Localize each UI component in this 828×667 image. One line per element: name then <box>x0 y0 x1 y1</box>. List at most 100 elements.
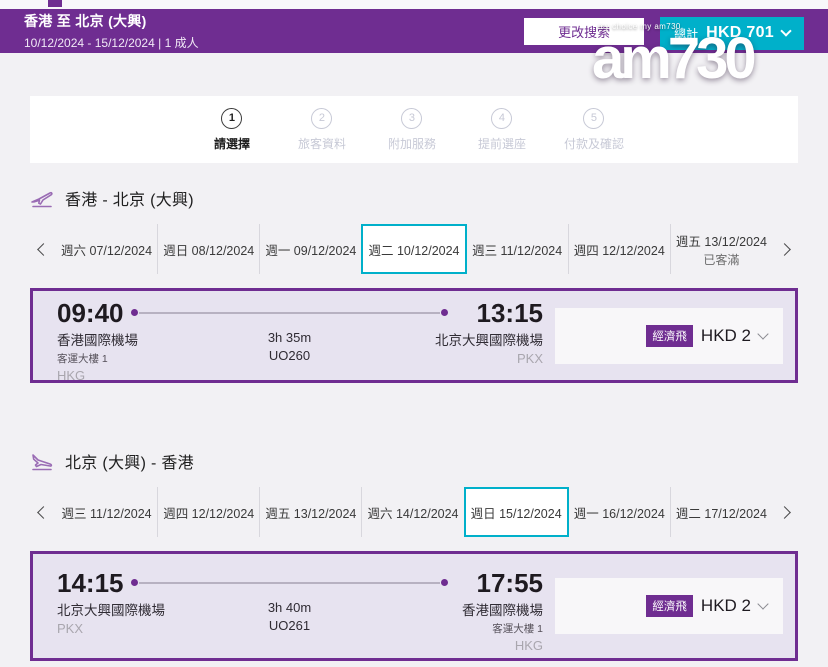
arrival-code: PKX <box>516 350 543 366</box>
outbound-date-tab[interactable]: 週四 12/12/2024 <box>567 224 670 274</box>
trip-dates-pax: 10/12/2024 - 15/12/2024 | 1 成人 <box>24 36 199 50</box>
outbound-flight-leg: 09:40 香港國際機場 客運大樓 1 HKG 3h 35m UO260 13:… <box>57 298 543 383</box>
inbound-prev-dates-button[interactable] <box>30 487 56 537</box>
route-line <box>139 582 440 584</box>
chevron-right-icon <box>778 242 792 256</box>
arrival-airport: 香港國際機場 <box>462 603 543 618</box>
outbound-route-title: 香港 - 北京 (大興) <box>65 192 194 209</box>
outbound-date-tab[interactable]: 週三 11/12/2024 <box>467 224 568 274</box>
inbound-date-strip: 週三 11/12/2024 週四 12/12/2024 週五 13/12/202… <box>30 487 798 537</box>
inbound-date-tab[interactable]: 週三 11/12/2024 <box>56 487 157 537</box>
date-label: 週二 17/12/2024 <box>675 506 767 521</box>
date-label: 週六 07/12/2024 <box>61 243 153 258</box>
step-label: 付款及確認 <box>563 136 624 151</box>
inbound-flight-card[interactable]: 14:15 北京大興國際機場 PKX 3h 40m UO261 17:55 香港… <box>30 551 798 661</box>
arrival-info: 17:55 香港國際機場 客運大樓 1 HKG <box>462 568 543 653</box>
route-line-graphic <box>131 568 448 598</box>
date-label: 週六 14/12/2024 <box>367 506 459 521</box>
date-label: 週日 08/12/2024 <box>163 243 255 258</box>
chevron-left-icon <box>36 242 50 256</box>
arrival-time: 13:15 <box>476 297 544 328</box>
arrival-info: 13:15 北京大興國際機場 PKX <box>435 298 543 366</box>
arrival-time: 17:55 <box>476 568 544 598</box>
flight-number: UO261 <box>268 618 311 633</box>
step-select-flight: 1 請選擇 <box>204 107 260 152</box>
outbound-date-tab-soldout[interactable]: 週五 13/12/2024 已客滿 <box>669 224 772 274</box>
outbound-date-tab[interactable]: 週六 07/12/2024 <box>56 224 157 274</box>
step-number: 5 <box>583 107 605 129</box>
plane-takeoff-icon <box>31 191 53 208</box>
date-label: 週四 12/12/2024 <box>163 506 255 521</box>
arrival-code: HKG <box>514 638 543 653</box>
outbound-prev-dates-button[interactable] <box>30 224 56 274</box>
trip-summary: 香港 至 北京 (大興) 10/12/2024 - 15/12/2024 | 1… <box>24 11 199 51</box>
total-label: 總計 <box>674 26 699 41</box>
fare-price: HKD 2 <box>700 325 751 345</box>
step-number: 4 <box>491 107 513 129</box>
outbound-date-tab-selected[interactable]: 週二 10/12/2024 <box>361 224 467 274</box>
inbound-date-tab[interactable]: 週一 16/12/2024 <box>569 487 670 537</box>
step-payment: 5 付款及確認 <box>563 107 624 152</box>
flight-route-info: 3h 35m UO260 <box>131 298 448 363</box>
chevron-left-icon <box>36 505 50 519</box>
fare-price: HKD 2 <box>700 596 751 615</box>
plane-landing-icon <box>32 454 53 471</box>
departure-airport: 香港國際機場 <box>57 332 138 348</box>
fare-class-badge: 經濟飛 <box>646 595 693 617</box>
outbound-section-header: 香港 - 北京 (大興) <box>30 186 798 210</box>
trip-summary-header: 香港 至 北京 (大興) 10/12/2024 - 15/12/2024 | 1… <box>0 9 828 53</box>
step-label: 附加服務 <box>387 136 436 151</box>
outbound-next-dates-button[interactable] <box>772 224 798 274</box>
chevron-right-icon <box>778 505 792 519</box>
step-number: 3 <box>401 107 423 129</box>
chevron-down-icon <box>757 598 769 610</box>
total-price-dropdown[interactable]: 總計 HKD 701 <box>660 16 804 50</box>
outbound-date-tab[interactable]: 週一 09/12/2024 <box>259 224 361 274</box>
outbound-fare-selector[interactable]: 經濟飛 HKD 2 <box>555 307 783 364</box>
date-label: 週一 09/12/2024 <box>265 243 357 258</box>
change-search-button[interactable]: 更改搜索 <box>524 17 645 45</box>
inbound-date-tab[interactable]: 週二 17/12/2024 <box>669 487 772 537</box>
date-label: 週日 15/12/2024 <box>470 506 562 521</box>
departure-terminal: 客運大樓 1 <box>57 352 108 365</box>
fare-class-badge: 經濟飛 <box>646 324 693 347</box>
inbound-route-title: 北京 (大興) - 香港 <box>65 455 194 472</box>
route-dot-icon <box>131 308 138 316</box>
outbound-date-strip: 週六 07/12/2024 週日 08/12/2024 週一 09/12/202… <box>30 224 798 274</box>
total-value: HKD 701 <box>706 24 774 41</box>
departure-info: 09:40 香港國際機場 客運大樓 1 HKG <box>57 298 138 383</box>
step-label: 旅客資料 <box>297 136 346 151</box>
date-label: 週一 16/12/2024 <box>573 506 665 521</box>
outbound-date-tab[interactable]: 週日 08/12/2024 <box>157 224 259 274</box>
inbound-next-dates-button[interactable] <box>772 487 798 537</box>
step-number: 1 <box>221 107 243 129</box>
date-label: 週三 11/12/2024 <box>61 506 152 521</box>
step-label: 提前選座 <box>477 136 526 151</box>
inbound-date-tab[interactable]: 週五 13/12/2024 <box>259 487 361 537</box>
flight-duration: 3h 40m <box>267 600 312 615</box>
top-notch-decoration <box>48 0 62 7</box>
date-label: 週五 13/12/2024 <box>265 506 357 521</box>
route-dot-icon <box>131 579 138 586</box>
step-label: 請選擇 <box>213 136 250 151</box>
inbound-date-tab[interactable]: 週四 12/12/2024 <box>157 487 259 537</box>
inbound-flight-leg: 14:15 北京大興國際機場 PKX 3h 40m UO261 17:55 香港… <box>57 568 543 653</box>
route-line <box>139 311 440 314</box>
flight-route-info: 3h 40m UO261 <box>131 568 448 633</box>
outbound-flight-card[interactable]: 09:40 香港國際機場 客運大樓 1 HKG 3h 35m UO260 13:… <box>30 288 798 383</box>
inbound-fare-selector[interactable]: 經濟飛 HKD 2 <box>555 578 783 634</box>
chevron-down-icon <box>780 25 792 37</box>
route-line-graphic <box>131 298 448 328</box>
arrival-airport: 北京大興國際機場 <box>435 332 543 348</box>
departure-time: 09:40 <box>57 297 124 328</box>
flight-duration: 3h 35m <box>267 329 312 345</box>
inbound-date-tab[interactable]: 週六 14/12/2024 <box>361 487 463 537</box>
step-passenger-info: 2 旅客資料 <box>294 107 350 152</box>
step-number: 2 <box>311 107 333 129</box>
date-label: 週五 13/12/2024 <box>675 234 767 249</box>
booking-stepper: 1 請選擇 2 旅客資料 3 附加服務 4 提前選座 5 付款及確認 <box>30 96 798 163</box>
date-label: 週三 11/12/2024 <box>472 243 563 258</box>
inbound-date-tab-selected[interactable]: 週日 15/12/2024 <box>463 487 569 537</box>
inbound-section-header: 北京 (大興) - 香港 <box>30 449 798 473</box>
flight-number: UO260 <box>268 347 311 363</box>
